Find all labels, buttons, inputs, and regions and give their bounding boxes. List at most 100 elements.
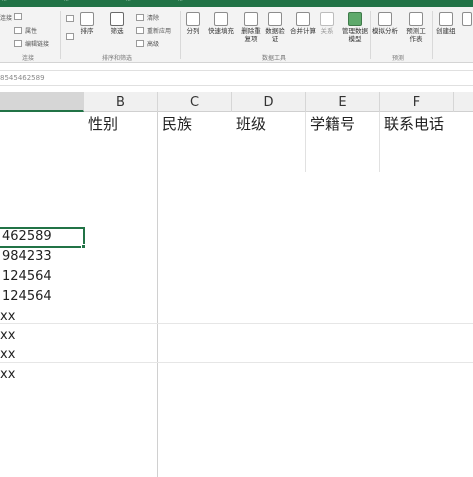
connections-button[interactable]: 连接 xyxy=(0,13,12,22)
ungroup-icon xyxy=(462,12,472,26)
group-label-connections: 连接 xyxy=(22,55,35,62)
cell-a-value[interactable]: 984233 xyxy=(2,249,52,264)
forecast-sheet-label: 预测工作表 xyxy=(406,27,426,43)
column-header-c[interactable]: C xyxy=(158,92,232,112)
group-icon xyxy=(438,12,453,26)
ribbon-separator xyxy=(60,11,61,59)
grid-line xyxy=(157,112,158,477)
column-header-e[interactable]: E xyxy=(306,92,380,112)
title-bar: ... ... ... ... xyxy=(0,0,473,7)
what-if-icon xyxy=(378,12,392,26)
cell-a-value[interactable]: xx xyxy=(0,347,15,362)
edit-links-icon xyxy=(14,40,22,47)
consolidate-label: 合并计算 xyxy=(290,27,316,35)
text-to-columns-label: 分列 xyxy=(186,27,200,35)
column-header-row: B C D E F xyxy=(0,92,473,112)
grid-line xyxy=(0,323,473,324)
consolidate-icon xyxy=(296,12,310,26)
edit-links-label: 编辑链接 xyxy=(25,41,50,48)
sort-label: 排序 xyxy=(80,27,94,35)
connections-icon xyxy=(14,13,22,20)
sort-icon xyxy=(80,12,94,26)
data-model-icon xyxy=(348,12,362,26)
group-button[interactable]: 创建组 xyxy=(436,12,456,36)
formula-bar-value: 8545462589 xyxy=(0,74,45,82)
sort-asc-button[interactable] xyxy=(66,15,77,22)
manage-data-model-label: 管理数据模型 xyxy=(342,27,368,43)
header-phone[interactable]: 联系电话 xyxy=(384,113,444,134)
connections-link[interactable] xyxy=(14,13,25,20)
cell-a-value[interactable]: xx xyxy=(0,309,15,324)
text-to-columns-button[interactable]: 分列 xyxy=(186,12,200,36)
data-validation-label: 数据验证 xyxy=(265,27,285,43)
flash-fill-icon xyxy=(214,12,228,26)
ungroup-button[interactable] xyxy=(462,12,472,26)
reapply-button[interactable]: 重新应用 xyxy=(136,26,171,35)
manage-data-model-button[interactable]: 管理数据模型 xyxy=(342,12,368,43)
connections-label: 连接 xyxy=(0,15,13,22)
consolidate-button[interactable]: 合并计算 xyxy=(290,12,316,36)
filter-button[interactable]: 筛选 xyxy=(110,12,124,36)
header-ethnicity[interactable]: 民族 xyxy=(162,113,192,134)
column-header-a[interactable] xyxy=(0,92,84,112)
formula-bar[interactable]: 8545462589 xyxy=(0,70,473,86)
text-to-columns-icon xyxy=(186,12,200,26)
cell-a-value[interactable]: xx xyxy=(0,328,15,343)
title-item: ... xyxy=(126,0,131,3)
cell-a-value[interactable]: xx xyxy=(0,367,15,382)
group-label: 创建组 xyxy=(436,27,456,35)
header-gender[interactable]: 性别 xyxy=(88,113,118,134)
group-label-forecast: 预测 xyxy=(392,55,405,62)
title-item: ... xyxy=(178,0,183,3)
flash-fill-button[interactable]: 快速填充 xyxy=(208,12,234,36)
column-header-g[interactable] xyxy=(454,92,473,112)
grid-line xyxy=(305,112,306,172)
ribbon: 连接 属性 编辑链接 连接 排序 筛选 清除 重新应用 高级 排序和筛选 分列 … xyxy=(0,7,473,63)
forecast-sheet-button[interactable]: 预测工作表 xyxy=(404,12,428,43)
title-item: ... xyxy=(2,0,7,3)
advanced-label: 高级 xyxy=(147,41,160,48)
remove-duplicates-button[interactable]: 删除重复项 xyxy=(240,12,262,43)
properties-label: 属性 xyxy=(25,28,38,35)
advanced-button[interactable]: 高级 xyxy=(136,39,159,48)
reapply-label: 重新应用 xyxy=(147,28,172,35)
clear-filter-icon xyxy=(136,14,144,21)
flash-fill-label: 快速填充 xyxy=(208,27,234,35)
data-validation-icon xyxy=(268,12,282,26)
ribbon-separator xyxy=(180,11,181,59)
properties-button[interactable]: 属性 xyxy=(14,26,37,35)
edit-links-button[interactable]: 编辑链接 xyxy=(14,39,49,48)
column-header-b[interactable]: B xyxy=(84,92,158,112)
forecast-chart-icon xyxy=(409,12,423,26)
what-if-analysis-button[interactable]: 模拟分析 xyxy=(372,12,398,36)
filter-label: 筛选 xyxy=(110,27,124,35)
ribbon-separator xyxy=(370,11,371,59)
active-cell-selection[interactable] xyxy=(0,227,86,249)
remove-duplicates-icon xyxy=(244,12,258,26)
remove-duplicates-label: 删除重复项 xyxy=(241,27,261,43)
column-header-f[interactable]: F xyxy=(380,92,454,112)
sort-button[interactable]: 排序 xyxy=(80,12,94,36)
relationships-label: 关系 xyxy=(320,27,334,35)
cell-a-value[interactable]: 124564 xyxy=(2,269,52,284)
fill-handle[interactable] xyxy=(81,244,86,249)
cell-a-value[interactable]: 124564 xyxy=(2,289,52,304)
filter-funnel-icon xyxy=(110,12,124,26)
header-class[interactable]: 班级 xyxy=(236,113,266,134)
relationships-button[interactable]: 关系 xyxy=(320,12,334,36)
data-validation-button[interactable]: 数据验证 xyxy=(264,12,286,43)
sort-descending-icon xyxy=(66,33,74,40)
sort-desc-button[interactable] xyxy=(66,33,77,40)
relationships-icon xyxy=(320,12,334,26)
grid-line xyxy=(379,112,380,172)
clear-button[interactable]: 清除 xyxy=(136,13,159,22)
group-label-sort-filter: 排序和筛选 xyxy=(102,55,133,62)
advanced-filter-icon xyxy=(136,40,144,47)
header-student-id[interactable]: 学籍号 xyxy=(310,113,355,134)
group-label-data-tools: 数据工具 xyxy=(262,55,287,62)
ribbon-separator xyxy=(432,11,433,59)
sort-ascending-icon xyxy=(66,15,74,22)
column-header-d[interactable]: D xyxy=(232,92,306,112)
what-if-label: 模拟分析 xyxy=(372,27,398,35)
title-item: ... xyxy=(64,0,69,3)
